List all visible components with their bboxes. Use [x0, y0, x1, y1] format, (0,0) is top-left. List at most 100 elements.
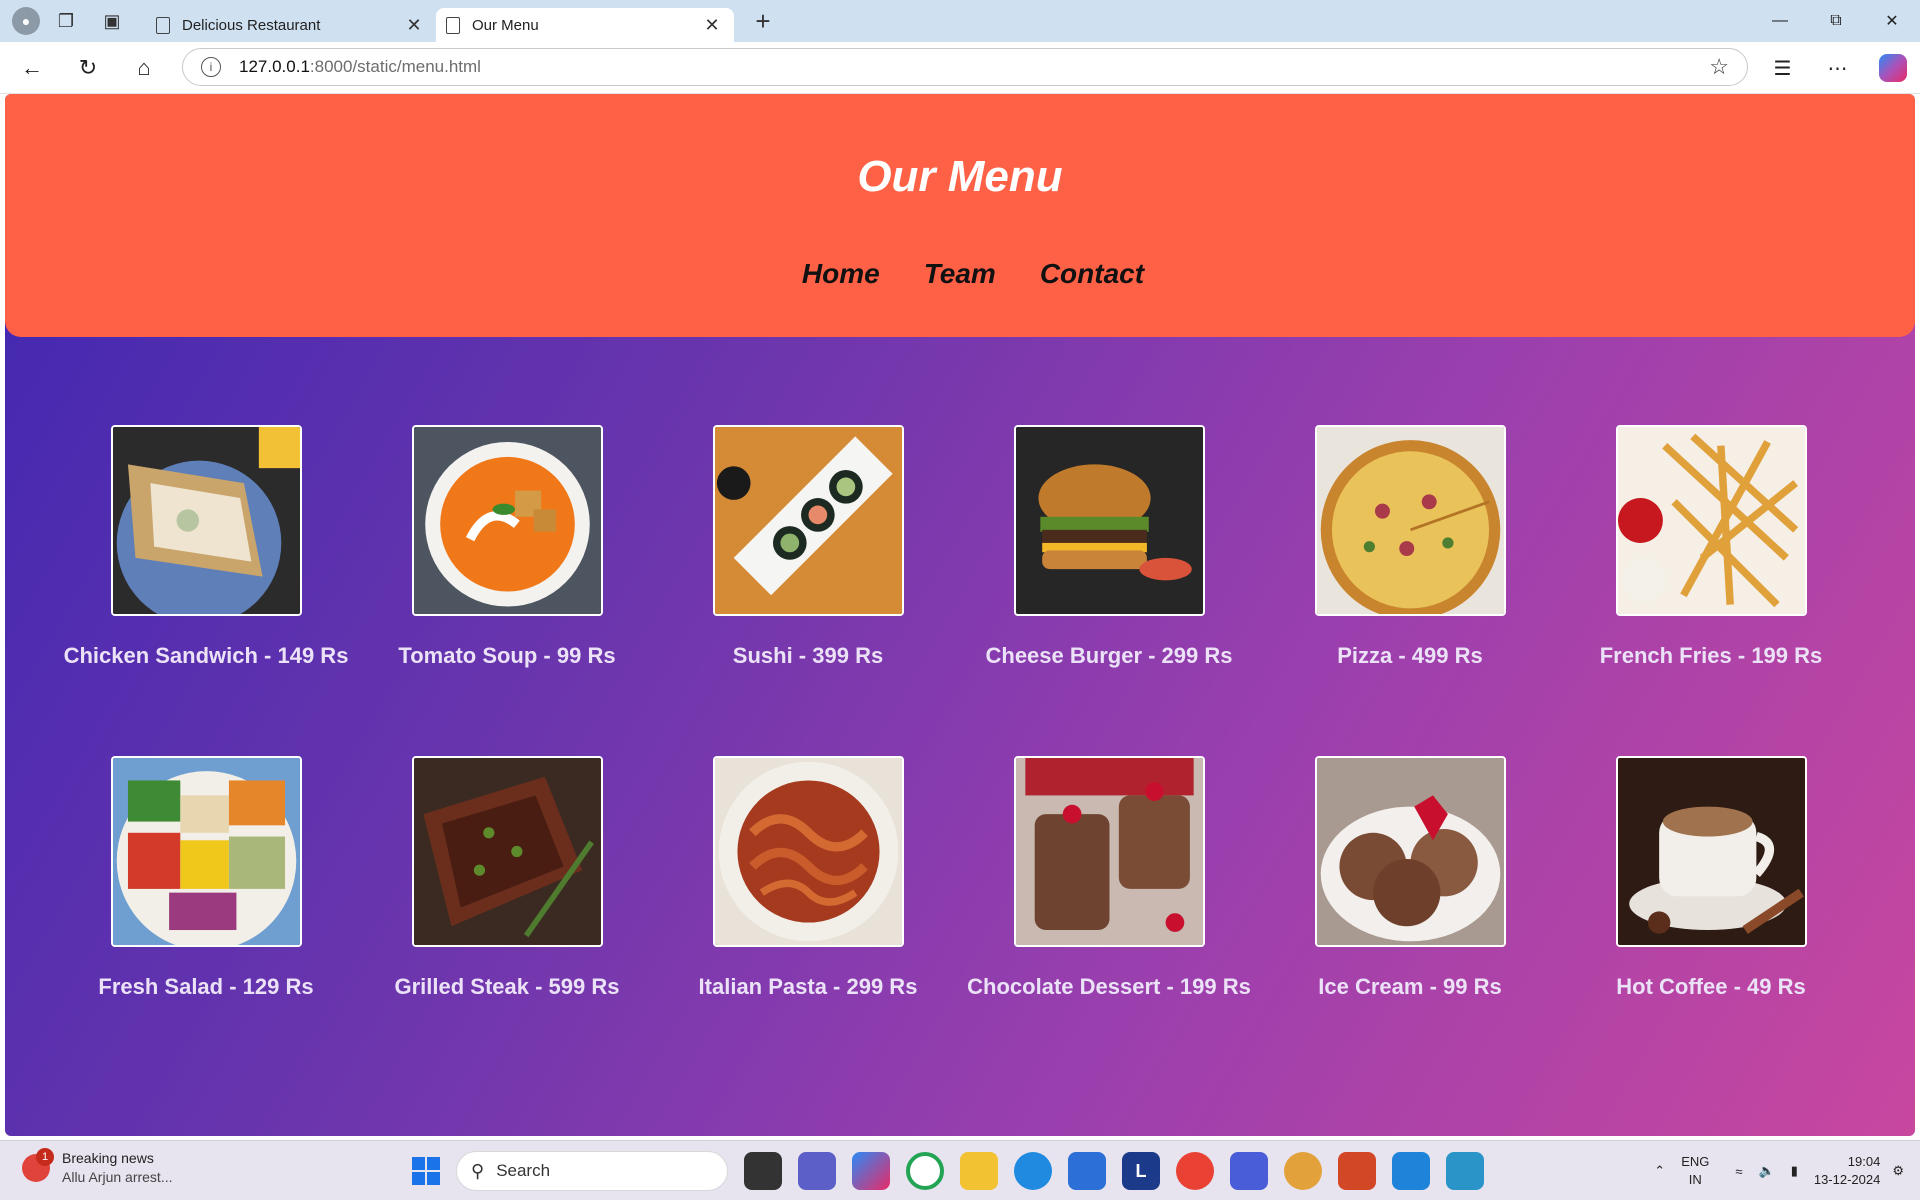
menu-item[interactable]: Chicken Sandwich - 149 Rs [56, 425, 356, 676]
task-view-icon[interactable] [744, 1152, 782, 1190]
menu-item[interactable]: Italian Pasta - 299 Rs [658, 756, 958, 1007]
close-icon[interactable]: ✕ [402, 15, 426, 36]
search-icon: ⚲ [471, 1160, 485, 1181]
news-widget[interactable]: 1 Breaking news Allu Arjun arrest... [22, 1148, 173, 1187]
vector-app-icon[interactable] [1230, 1152, 1268, 1190]
site-header: Our Menu Home Team Contact [5, 94, 1915, 337]
collections-icon[interactable]: ❐ [46, 1, 86, 41]
region-code: IN [1688, 1172, 1702, 1187]
menu-item[interactable]: Tomato Soup - 99 Rs [357, 425, 657, 676]
item-label: Fresh Salad - 129 Rs [98, 974, 314, 999]
page-title: Our Menu [857, 152, 1063, 201]
copilot-app-icon[interactable] [852, 1152, 890, 1190]
notifications-icon[interactable]: ⚙ [1892, 1163, 1904, 1179]
favorites-icon[interactable]: ☰ [1755, 42, 1810, 94]
item-label: Pizza - 499 Rs [1337, 643, 1483, 668]
tab-actions-icon[interactable]: ▣ [92, 1, 132, 41]
item-label: Sushi - 399 Rs [732, 643, 884, 668]
pasta-image [712, 756, 904, 947]
favorite-star-icon[interactable]: ☆ [1709, 54, 1729, 80]
sushi-image [712, 425, 904, 616]
page-icon [446, 16, 460, 34]
lang-code: ENG [1681, 1154, 1710, 1169]
sandwich-image [110, 425, 302, 616]
menu-item[interactable]: Chocolate Dessert - 199 Rs [959, 756, 1259, 1007]
refresh-app-icon[interactable] [906, 1152, 944, 1190]
minimize-icon[interactable]: — [1752, 0, 1808, 42]
steak-image [411, 756, 603, 947]
item-label: Chicken Sandwich - 149 Rs [63, 643, 349, 668]
menu-item[interactable]: Cheese Burger - 299 Rs [959, 425, 1259, 676]
store-icon[interactable] [1068, 1152, 1106, 1190]
browser-toolbar: ← ↻ ⌂ i 127.0.0.1:8000/static/menu.html … [0, 42, 1920, 94]
page-icon [156, 16, 170, 34]
edge-icon[interactable] [1014, 1152, 1052, 1190]
clock[interactable]: 19:04 13-12-2024 [1814, 1153, 1881, 1189]
address-bar[interactable]: i 127.0.0.1:8000/static/menu.html ☆ [182, 48, 1748, 86]
l-app-icon[interactable]: L [1122, 1152, 1160, 1190]
item-label: French Fries - 199 Rs [1599, 643, 1823, 668]
back-icon[interactable]: ← [8, 48, 56, 88]
taskbar: 1 Breaking news Allu Arjun arrest... ⚲ S… [0, 1140, 1920, 1200]
tab-delicious-restaurant[interactable]: Delicious Restaurant ✕ [146, 8, 436, 42]
item-label: Italian Pasta - 299 Rs [698, 974, 918, 999]
item-label: Tomato Soup - 99 Rs [398, 643, 616, 668]
tab-title: Delicious Restaurant [182, 16, 321, 34]
fries-image [1615, 425, 1807, 616]
language-indicator[interactable]: ENG IN [1681, 1153, 1709, 1189]
nav-link-contact[interactable]: Contact [1040, 258, 1144, 290]
site-nav: Home Team Contact [5, 258, 1915, 290]
copilot-icon[interactable] [1865, 42, 1920, 94]
chrome-icon[interactable] [1176, 1152, 1214, 1190]
close-window-icon[interactable]: ✕ [1864, 0, 1920, 42]
tab-title: Our Menu [472, 16, 539, 34]
item-label: Ice Cream - 99 Rs [1318, 974, 1502, 999]
wifi-icon[interactable]: ≈ [1735, 1164, 1742, 1179]
menu-item[interactable]: Hot Coffee - 49 Rs [1561, 756, 1861, 1007]
close-icon[interactable]: ✕ [700, 15, 724, 36]
refresh-icon[interactable]: ↻ [64, 48, 112, 88]
notepad-icon[interactable] [1446, 1152, 1484, 1190]
url-host: 127.0.0.1 [239, 57, 310, 76]
coffee-image [1615, 756, 1807, 947]
menu-item[interactable]: French Fries - 199 Rs [1561, 425, 1861, 676]
restore-icon[interactable]: ⧉ [1808, 0, 1864, 42]
site-info-icon[interactable]: i [201, 57, 221, 77]
web-page: Our Menu Home Team Contact Chicken Sandw… [5, 94, 1915, 1136]
item-label: Hot Coffee - 49 Rs [1616, 974, 1806, 999]
url-path: :8000/static/menu.html [309, 57, 481, 76]
taskbar-search[interactable]: ⚲ Search [456, 1151, 728, 1191]
item-label: Chocolate Dessert - 199 Rs [967, 974, 1251, 999]
search-label: Search [496, 1161, 551, 1180]
menu-item[interactable]: Pizza - 499 Rs [1260, 425, 1560, 676]
menu-item[interactable]: Grilled Steak - 599 Rs [357, 756, 657, 1007]
burger-image [1013, 425, 1205, 616]
notification-badge: 1 [36, 1148, 54, 1166]
start-icon[interactable] [412, 1157, 440, 1185]
tab-our-menu[interactable]: Our Menu ✕ [436, 8, 734, 42]
nav-link-team[interactable]: Team [924, 258, 996, 290]
nav-link-home[interactable]: Home [802, 258, 880, 290]
new-tab-button[interactable]: + [748, 6, 778, 37]
news-title: Breaking news [62, 1150, 154, 1166]
more-options-icon[interactable]: ⋯ [1810, 42, 1865, 94]
soup-image [411, 425, 603, 616]
home-icon[interactable]: ⌂ [120, 48, 168, 88]
profile-icon[interactable]: ● [12, 7, 40, 35]
chevron-up-icon[interactable]: ⌃ [1654, 1163, 1665, 1179]
volume-icon[interactable]: 🔈 [1759, 1163, 1775, 1179]
vscode-icon[interactable] [1392, 1152, 1430, 1190]
news-subtitle: Allu Arjun arrest... [62, 1169, 173, 1185]
item-label: Cheese Burger - 299 Rs [985, 643, 1233, 668]
battery-icon[interactable]: ▮ [1791, 1163, 1798, 1179]
powerpoint-icon[interactable] [1338, 1152, 1376, 1190]
browser-tab-bar: ● ❐ ▣ Delicious Restaurant ✕ Our Menu ✕ … [0, 0, 1920, 42]
menu-item[interactable]: Fresh Salad - 129 Rs [56, 756, 356, 1007]
dessert-image [1013, 756, 1205, 947]
menu-item[interactable]: Sushi - 399 Rs [658, 425, 958, 676]
file-explorer-icon[interactable] [960, 1152, 998, 1190]
chrome-profile-icon[interactable] [1284, 1152, 1322, 1190]
menu-item[interactable]: Ice Cream - 99 Rs [1260, 756, 1560, 1007]
item-label: Grilled Steak - 599 Rs [394, 974, 620, 999]
teams-icon[interactable] [798, 1152, 836, 1190]
